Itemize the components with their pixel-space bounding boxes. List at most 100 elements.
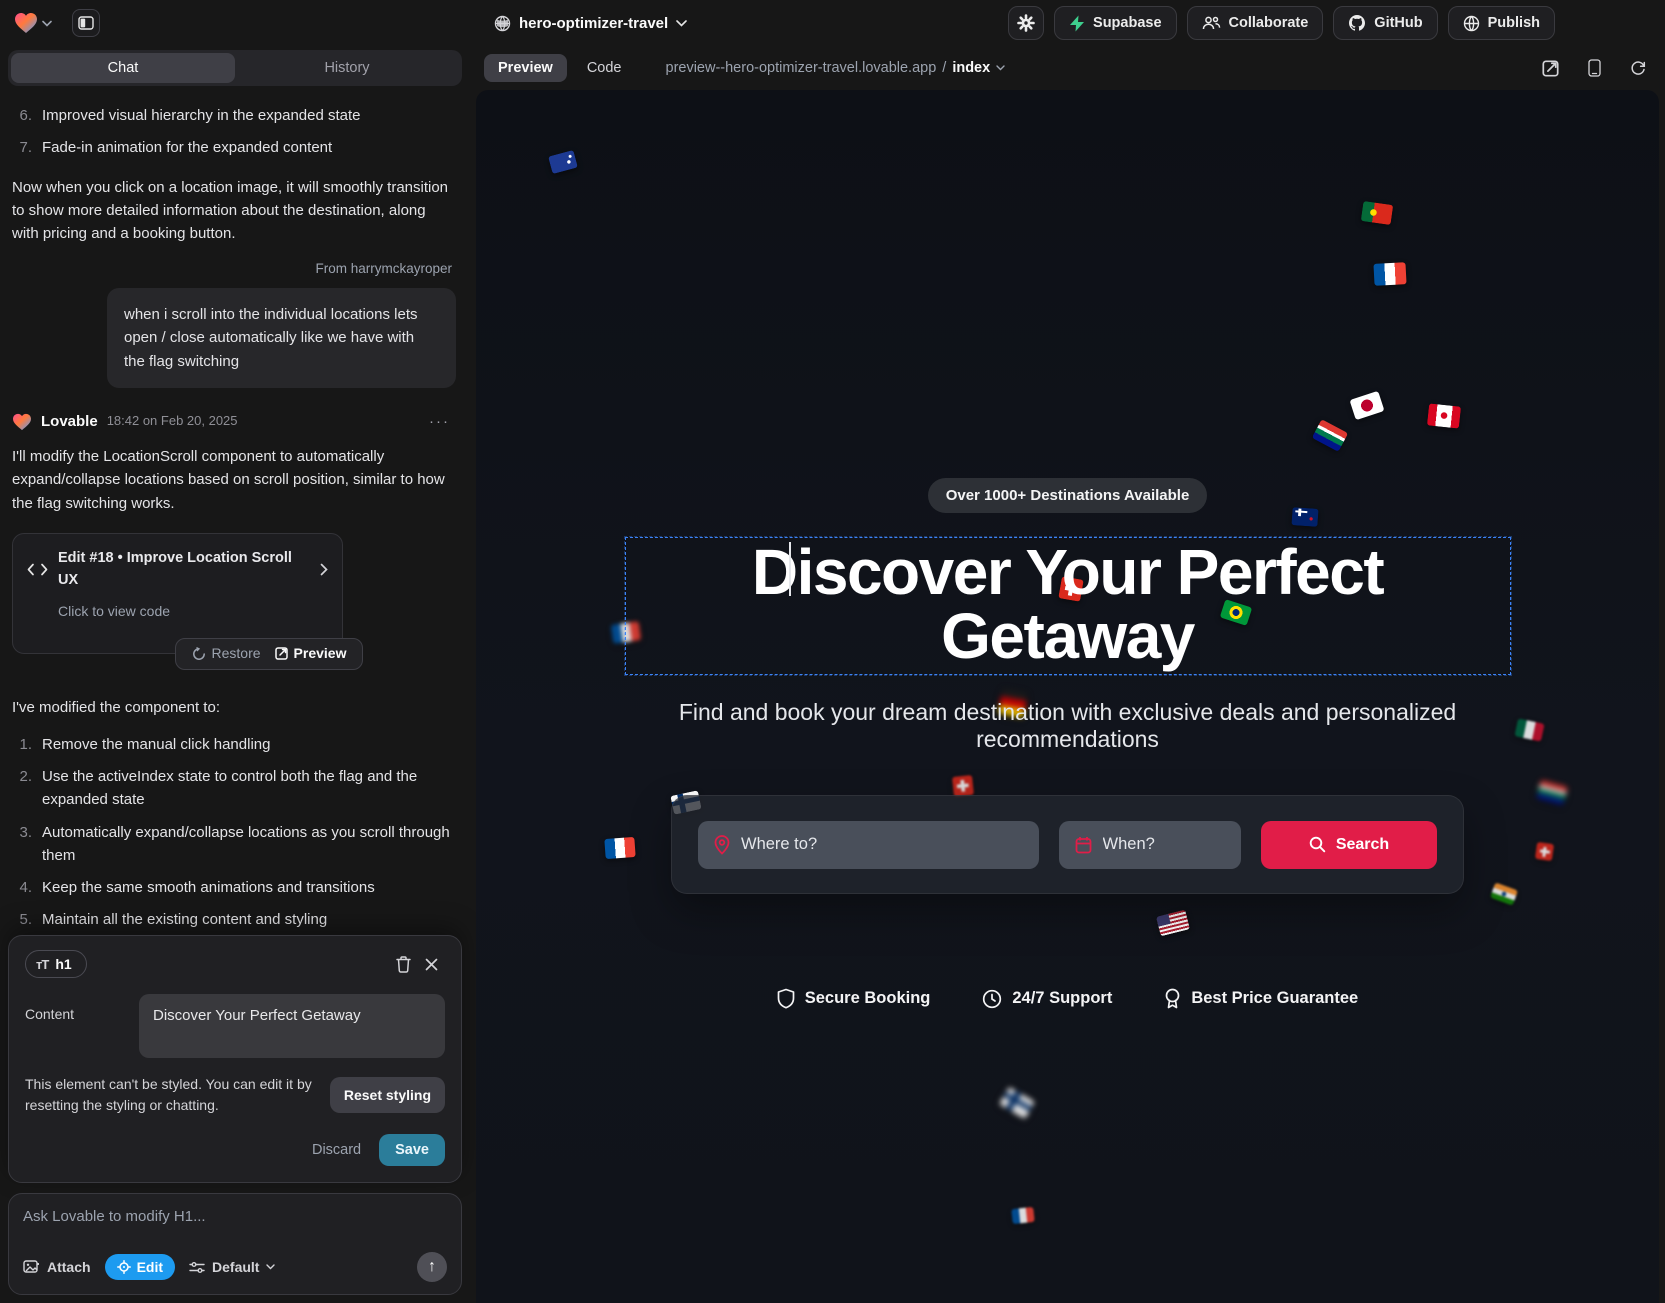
send-button[interactable]: ↑ — [417, 1252, 447, 1282]
settings-button[interactable] — [1008, 6, 1044, 40]
assistant-paragraph: I've modified the component to: — [12, 696, 456, 719]
sliders-icon — [189, 1261, 205, 1274]
save-button[interactable]: Save — [379, 1134, 445, 1166]
list-number: 2. — [12, 765, 32, 812]
chevron-down-icon — [266, 1264, 275, 1270]
github-button[interactable]: GitHub — [1333, 6, 1437, 40]
edit-card-title: Edit #18 • Improve Location Scroll UX — [58, 547, 310, 592]
composer-input[interactable] — [23, 1208, 447, 1225]
list-text: Remove the manual click handling — [42, 733, 270, 756]
search-icon — [1309, 836, 1326, 853]
list-item: 3. Automatically expand/collapse locatio… — [12, 821, 456, 868]
clock-icon — [982, 989, 1002, 1009]
list-text: Keep the same smooth animations and tran… — [42, 876, 375, 899]
github-icon — [1348, 14, 1366, 32]
feature-label: 24/7 Support — [1012, 989, 1112, 1008]
tab-history[interactable]: History — [235, 53, 459, 83]
styling-note: This element can't be styled. You can ed… — [25, 1074, 318, 1116]
list-item: 5. Maintain all the existing content and… — [12, 908, 456, 929]
external-link-icon — [275, 647, 288, 660]
flag-south-africa — [1312, 419, 1348, 452]
collaborate-label: Collaborate — [1229, 15, 1309, 31]
people-icon — [1202, 15, 1221, 31]
tab-code[interactable]: Code — [573, 54, 636, 82]
restore-button[interactable]: Restore — [192, 643, 261, 665]
project-selector[interactable]: hero-optimizer-travel — [470, 15, 687, 32]
refresh-button[interactable] — [1627, 57, 1649, 79]
assistant-name: Lovable — [41, 410, 98, 433]
restore-label: Restore — [212, 643, 261, 665]
delete-element-button[interactable] — [389, 950, 417, 978]
feature-label: Best Price Guarantee — [1191, 989, 1358, 1008]
list-text: Improved visual hierarchy in the expande… — [42, 104, 361, 127]
flag-japan — [1349, 391, 1384, 420]
list-text: Maintain all the existing content and st… — [42, 908, 327, 929]
reset-styling-button[interactable]: Reset styling — [330, 1077, 445, 1113]
list-item: 6. Improved visual hierarchy in the expa… — [12, 104, 456, 127]
edit-code-card[interactable]: Edit #18 • Improve Location Scroll UX Cl… — [12, 533, 343, 654]
discard-button[interactable]: Discard — [312, 1142, 361, 1158]
preview-url[interactable]: preview--hero-optimizer-travel.lovable.a… — [666, 60, 1006, 76]
flag-canada — [1427, 403, 1461, 428]
attach-button[interactable]: Attach — [23, 1259, 91, 1275]
target-icon — [117, 1260, 131, 1274]
chevron-down-icon — [42, 20, 52, 27]
edit-mode-label: Edit — [137, 1259, 163, 1275]
message-menu-button[interactable]: ··· — [429, 410, 456, 433]
selection-outline[interactable]: Discover Your Perfect Getaway — [625, 537, 1511, 675]
search-button[interactable]: Search — [1261, 821, 1437, 869]
feature-best-price: Best Price Guarantee — [1164, 988, 1358, 1009]
url-host: preview--hero-optimizer-travel.lovable.a… — [666, 60, 937, 76]
feature-label: Secure Booking — [805, 989, 931, 1008]
model-default-button[interactable]: Default — [189, 1259, 275, 1275]
type-icon: тT — [36, 957, 48, 972]
shield-icon — [777, 988, 795, 1009]
list-text: Automatically expand/collapse locations … — [42, 821, 456, 868]
list-number: 3. — [12, 821, 32, 868]
tab-preview[interactable]: Preview — [484, 54, 567, 82]
feature-support: 24/7 Support — [982, 989, 1112, 1009]
url-page: index — [952, 60, 990, 76]
publish-label: Publish — [1488, 15, 1540, 31]
list-text: Fade-in animation for the expanded conte… — [42, 136, 332, 159]
tag-label: h1 — [55, 956, 71, 972]
attach-image-icon — [23, 1260, 40, 1275]
hero-title[interactable]: Discover Your Perfect Getaway — [626, 540, 1510, 668]
flag-france — [1373, 262, 1406, 286]
when-field[interactable] — [1059, 821, 1241, 869]
publish-button[interactable]: Publish — [1448, 6, 1555, 40]
sidebar-tabs: Chat History — [8, 50, 462, 86]
user-attribution: From harrymckayroper — [12, 259, 452, 280]
chevron-down-icon — [996, 65, 1005, 71]
flag-australia — [548, 150, 578, 174]
mode-label: Default — [212, 1259, 259, 1275]
project-name: hero-optimizer-travel — [519, 15, 668, 32]
preview-edit-button[interactable]: Preview — [275, 643, 347, 665]
where-input[interactable] — [741, 835, 1023, 854]
calendar-icon — [1075, 836, 1092, 854]
element-editor-panel: тT h1 Content Discover Your Perfect — [8, 935, 462, 1183]
preview-viewport[interactable]: Over 1000+ Destinations Available Discov… — [476, 90, 1659, 1303]
content-input[interactable]: Discover Your Perfect Getaway — [139, 994, 445, 1058]
search-panel: Search — [671, 795, 1464, 894]
close-editor-button[interactable] — [417, 950, 445, 978]
preview-toolbar: Preview Code preview--hero-optimizer-tra… — [470, 46, 1665, 90]
hero-subtitle: Find and book your dream destination wit… — [628, 699, 1508, 753]
selected-element-tag[interactable]: тT h1 — [25, 950, 87, 978]
mobile-view-button[interactable] — [1583, 57, 1605, 79]
chat-scroll-area[interactable]: 6. Improved visual hierarchy in the expa… — [0, 92, 470, 929]
lovable-logo[interactable] — [14, 12, 52, 34]
list-number: 5. — [12, 908, 32, 929]
trash-icon — [396, 956, 411, 973]
features-row: Secure Booking 24/7 Support Best Price G… — [777, 988, 1358, 1009]
sidebar-toggle-button[interactable] — [72, 9, 100, 37]
supabase-button[interactable]: Supabase — [1054, 6, 1177, 40]
tab-chat[interactable]: Chat — [11, 53, 235, 83]
when-input[interactable] — [1103, 835, 1225, 854]
open-in-new-tab-button[interactable] — [1539, 57, 1561, 79]
lovable-heart-icon — [14, 12, 38, 34]
destinations-badge: Over 1000+ Destinations Available — [928, 478, 1208, 513]
collaborate-button[interactable]: Collaborate — [1187, 6, 1324, 40]
where-field[interactable] — [698, 821, 1039, 869]
edit-mode-button[interactable]: Edit — [105, 1254, 175, 1280]
